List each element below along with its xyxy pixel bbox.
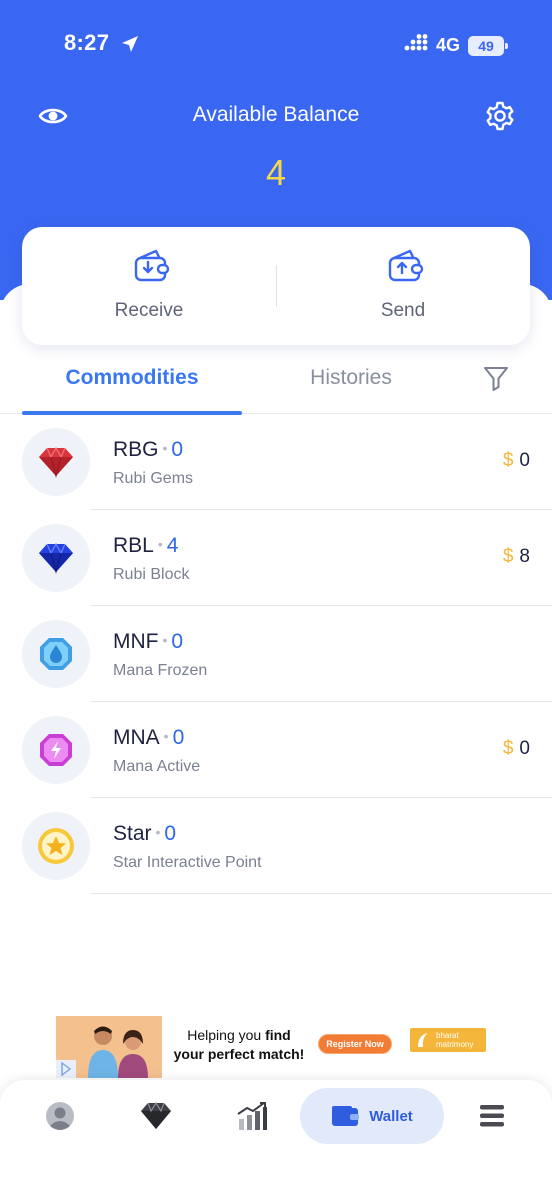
location-arrow-icon [120, 34, 140, 59]
commodity-row-mna[interactable]: MNA • 0 Mana Active $0 [0, 702, 552, 798]
nav-gems[interactable] [126, 1096, 186, 1136]
tab-commodities[interactable]: Commodities [22, 366, 242, 390]
commodity-quantity: 4 [166, 534, 179, 557]
mana-frozen-icon [22, 620, 90, 688]
tab-bar: Commodities Histories [0, 352, 552, 415]
commodity-symbol-line: MNF • 0 [113, 630, 184, 653]
blue-gem-icon [22, 524, 90, 592]
commodity-symbol-line: RBG • 0 [113, 438, 184, 461]
commodity-symbol: RBL [113, 534, 154, 557]
commodity-quantity: 0 [171, 630, 184, 653]
commodity-row-rbg[interactable]: RBG • 0 Rubi Gems $0 [0, 414, 552, 510]
commodity-symbol-line: RBL • 4 [113, 534, 179, 557]
signal-icon [404, 34, 428, 57]
menu-icon [480, 1105, 504, 1127]
ad-headline-line2: your perfect match! [173, 1046, 305, 1062]
ad-banner[interactable]: Helping you find your perfect match! Reg… [56, 1016, 488, 1078]
commodity-name: Star Interactive Point [113, 854, 262, 871]
commodity-row-star[interactable]: Star • 0 Star Interactive Point [0, 798, 552, 894]
diamond-icon [141, 1102, 171, 1129]
ad-headline: Helping you find your perfect match! [164, 1026, 314, 1064]
star-icon [22, 812, 90, 880]
commodity-row-mnf[interactable]: MNF • 0 Mana Frozen [0, 606, 552, 702]
nav-profile[interactable] [30, 1096, 90, 1136]
commodity-amount: 0 [519, 738, 530, 759]
send-label: Send [380, 300, 426, 321]
gear-icon[interactable] [484, 100, 516, 132]
balance-value: 4 [265, 152, 287, 193]
nav-wallet[interactable]: Wallet [300, 1088, 444, 1144]
commodity-symbol-line: MNA • 0 [113, 726, 185, 749]
battery-icon: 49 [468, 35, 508, 56]
bottom-nav: Wallet [0, 1080, 552, 1200]
commodity-value: $0 [503, 450, 530, 472]
ad-brand-logo: bharat matrimony [410, 1028, 486, 1052]
commodity-quantity: 0 [164, 822, 177, 845]
chart-growth-icon [237, 1102, 267, 1130]
ad-headline-part: Helping you [187, 1027, 266, 1043]
tab-histories[interactable]: Histories [242, 366, 460, 390]
status-indicators: 4G 49 [404, 34, 508, 57]
commodity-symbol: RBG [113, 438, 159, 461]
ad-register-button[interactable]: Register Now [318, 1034, 392, 1054]
wallet-send-icon [388, 249, 424, 283]
commodity-name: Mana Active [113, 758, 201, 775]
profile-icon [46, 1102, 74, 1130]
wallet-icon [332, 1106, 360, 1126]
commodity-name: Mana Frozen [113, 662, 208, 679]
commodity-name: Rubi Gems [113, 470, 194, 487]
status-time: 8:27 [64, 30, 110, 55]
commodity-list: RBG • 0 Rubi Gems $0 RBL • 4 Rubi Block $8 M… [0, 414, 552, 894]
currency-symbol: $ [502, 738, 514, 759]
commodity-amount: 0 [519, 450, 530, 471]
battery-level: 49 [478, 37, 494, 54]
commodity-amount: 8 [519, 546, 530, 567]
ad-brand-line2: matrimony [436, 1040, 474, 1049]
commodity-value: $0 [503, 738, 530, 760]
mana-active-icon [22, 716, 90, 784]
red-gem-icon [22, 428, 90, 496]
ad-person-image [118, 1030, 148, 1078]
wallet-receive-icon [134, 249, 170, 283]
receive-button[interactable]: Receive [22, 227, 276, 345]
currency-symbol: $ [502, 546, 514, 567]
ad-info-icon[interactable] [56, 1060, 76, 1078]
send-button[interactable]: Send [276, 227, 530, 345]
filter-icon[interactable] [482, 364, 510, 392]
commodity-symbol: MNA [113, 726, 160, 749]
nav-market[interactable] [222, 1096, 282, 1136]
receive-label: Receive [114, 300, 184, 321]
commodity-symbol-line: Star • 0 [113, 822, 177, 845]
nav-wallet-label: Wallet [369, 1107, 413, 1125]
commodity-value: $8 [503, 546, 530, 568]
ad-headline-emphasis: find [265, 1027, 291, 1043]
ad-brand-line1: bharat [436, 1031, 459, 1040]
action-card: Receive Send [22, 227, 530, 345]
status-bar: 8:27 4G 49 [0, 28, 552, 64]
commodity-name: Rubi Block [113, 566, 190, 583]
commodity-symbol: MNF [113, 630, 159, 653]
currency-symbol: $ [502, 450, 514, 471]
network-label: 4G [435, 35, 460, 55]
row-divider [91, 893, 552, 894]
nav-menu[interactable] [462, 1096, 522, 1136]
commodity-row-rbl[interactable]: RBL • 4 Rubi Block $8 [0, 510, 552, 606]
brand-mark-icon [418, 1033, 428, 1047]
commodity-quantity: 0 [172, 726, 185, 749]
commodity-symbol: Star [113, 822, 152, 845]
ad-person-image [88, 1026, 118, 1078]
balance-title: Available Balance [192, 103, 360, 126]
commodity-quantity: 0 [171, 438, 184, 461]
